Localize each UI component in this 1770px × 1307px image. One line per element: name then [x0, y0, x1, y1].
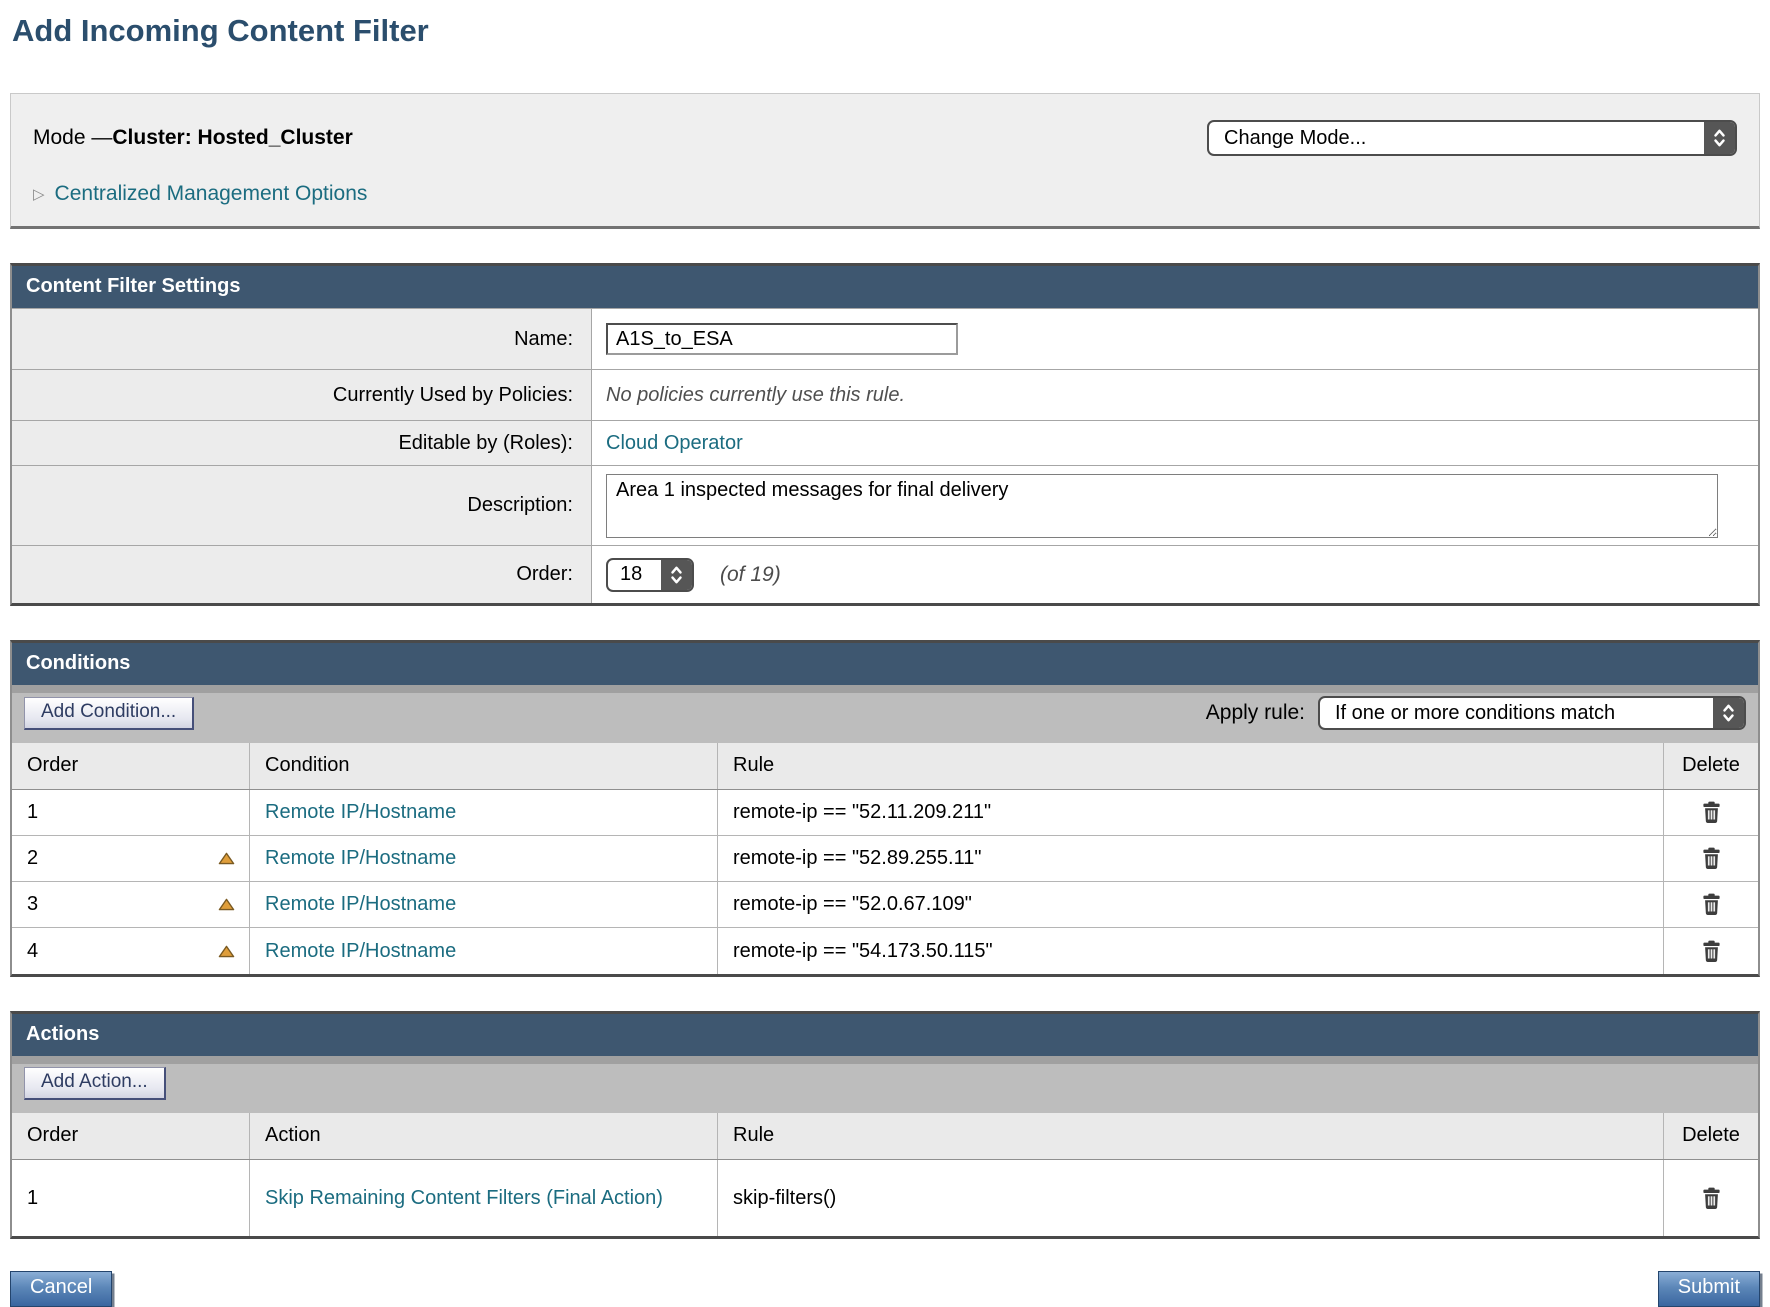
description-row: Description: Area 1 inspected messages f… [12, 465, 1758, 545]
move-up-button[interactable] [216, 850, 237, 867]
delete-action-button[interactable] [1699, 1185, 1724, 1212]
condition-rule-text: remote-ip == "52.0.67.109" [733, 893, 972, 916]
actions-header: Actions [12, 1014, 1758, 1056]
condition-rule-text: remote-ip == "54.173.50.115" [733, 940, 993, 963]
condition-row: 2 Remote IP/Hostname remote-ip == "52.89… [12, 836, 1758, 882]
name-row: Name: [12, 308, 1758, 369]
up-arrow-icon [218, 899, 235, 914]
trash-icon [1701, 858, 1722, 873]
move-up-button[interactable] [216, 943, 237, 960]
up-arrow-icon [218, 946, 235, 961]
condition-order-number: 1 [27, 801, 38, 824]
editable-label: Editable by (Roles): [12, 421, 592, 465]
mode-text: Mode —Cluster: Hosted_Cluster [33, 126, 353, 150]
add-condition-button[interactable]: Add Condition... [24, 697, 194, 730]
apply-rule-group: Apply rule: If one or more conditions ma… [1206, 696, 1746, 730]
conditions-toolbar: Add Condition... Apply rule: If one or m… [12, 685, 1758, 743]
column-header-delete: Delete [1663, 743, 1758, 789]
condition-row: 4 Remote IP/Hostname remote-ip == "54.17… [12, 928, 1758, 974]
page: Add Incoming Content Filter Mode —Cluste… [0, 13, 1770, 1307]
order-selected-value: 18 [608, 560, 661, 590]
footer-buttons: Cancel Submit [10, 1271, 1760, 1307]
order-select[interactable]: 18 [606, 558, 694, 592]
delete-condition-button[interactable] [1699, 799, 1724, 826]
condition-link[interactable]: Remote IP/Hostname [265, 893, 456, 916]
move-up-button[interactable] [216, 896, 237, 913]
column-header-delete: Delete [1663, 1113, 1758, 1159]
action-rule-text: skip-filters() [733, 1187, 836, 1210]
policies-value: No policies currently use this rule. [606, 384, 905, 407]
delete-condition-button[interactable] [1699, 891, 1724, 918]
actions-toolbar: Add Action... [12, 1056, 1758, 1113]
trash-icon [1701, 904, 1722, 919]
apply-rule-select[interactable]: If one or more conditions match [1318, 696, 1746, 730]
trash-icon [1701, 951, 1722, 966]
column-header-order: Order [12, 743, 249, 789]
column-header-rule: Rule [717, 743, 1663, 789]
policies-label: Currently Used by Policies: [12, 370, 592, 420]
order-of-text: (of 19) [720, 563, 781, 587]
apply-rule-selected-value: If one or more conditions match [1320, 698, 1713, 728]
select-stepper-icon [1713, 698, 1744, 728]
condition-row: 1 Remote IP/Hostname remote-ip == "52.11… [12, 790, 1758, 836]
column-header-condition: Condition [249, 743, 717, 789]
actions-section: Actions Add Action... Order Action Rule … [10, 1011, 1760, 1239]
editable-roles-link[interactable]: Cloud Operator [606, 432, 743, 455]
condition-row: 3 Remote IP/Hostname remote-ip == "52.0.… [12, 882, 1758, 928]
change-mode-select[interactable]: Change Mode... [1207, 120, 1737, 156]
mode-cluster-name: Cluster: Hosted_Cluster [112, 126, 352, 149]
action-link[interactable]: Skip Remaining Content Filters (Final Ac… [265, 1177, 663, 1219]
trash-icon [1701, 812, 1722, 827]
condition-link[interactable]: Remote IP/Hostname [265, 801, 456, 824]
filter-name-input[interactable] [606, 323, 958, 355]
order-label: Order: [12, 546, 592, 603]
conditions-section: Conditions Add Condition... Apply rule: … [10, 640, 1760, 977]
description-textarea[interactable]: Area 1 inspected messages for final deli… [606, 474, 1718, 538]
content-filter-settings-section: Content Filter Settings Name: Currently … [10, 263, 1760, 606]
action-row: 1 Skip Remaining Content Filters (Final … [12, 1160, 1758, 1236]
submit-button[interactable]: Submit [1658, 1271, 1760, 1307]
order-row: Order: 18 (of 19) [12, 545, 1758, 603]
actions-column-headers: Order Action Rule Delete [12, 1113, 1758, 1160]
editable-row: Editable by (Roles): Cloud Operator [12, 420, 1758, 465]
condition-order-number: 3 [27, 893, 38, 916]
centralized-management-row: ▷ Centralized Management Options [33, 182, 1737, 206]
name-label: Name: [12, 309, 592, 369]
conditions-header: Conditions [12, 643, 1758, 685]
conditions-column-headers: Order Condition Rule Delete [12, 743, 1758, 790]
condition-order-number: 2 [27, 847, 38, 870]
mode-panel: Mode —Cluster: Hosted_Cluster Change Mod… [10, 93, 1760, 229]
mode-dash: — [91, 126, 112, 149]
description-label: Description: [12, 466, 592, 545]
cancel-button[interactable]: Cancel [10, 1271, 112, 1307]
select-stepper-icon [1704, 122, 1735, 154]
change-mode-selected-value: Change Mode... [1209, 122, 1704, 154]
column-header-rule: Rule [717, 1113, 1663, 1159]
column-header-order: Order [12, 1113, 249, 1159]
mode-label: Mode [33, 126, 91, 149]
mode-row: Mode —Cluster: Hosted_Cluster Change Mod… [33, 120, 1737, 156]
trash-icon [1701, 1198, 1722, 1213]
centralized-management-options-link[interactable]: Centralized Management Options [55, 182, 368, 206]
condition-rule-text: remote-ip == "52.89.255.11" [733, 847, 981, 870]
content-filter-settings-header: Content Filter Settings [12, 266, 1758, 308]
condition-link[interactable]: Remote IP/Hostname [265, 847, 456, 870]
column-header-action: Action [249, 1113, 717, 1159]
action-order-number: 1 [27, 1187, 38, 1210]
delete-condition-button[interactable] [1699, 938, 1724, 965]
condition-rule-text: remote-ip == "52.11.209.211" [733, 801, 991, 824]
apply-rule-label: Apply rule: [1206, 701, 1305, 725]
policies-row: Currently Used by Policies: No policies … [12, 369, 1758, 420]
up-arrow-icon [218, 853, 235, 868]
select-stepper-icon [661, 560, 692, 590]
delete-condition-button[interactable] [1699, 845, 1724, 872]
condition-link[interactable]: Remote IP/Hostname [265, 940, 456, 963]
disclosure-triangle-icon[interactable]: ▷ [33, 187, 45, 202]
page-title: Add Incoming Content Filter [12, 13, 1760, 49]
condition-order-number: 4 [27, 940, 38, 963]
add-action-button[interactable]: Add Action... [24, 1067, 166, 1100]
